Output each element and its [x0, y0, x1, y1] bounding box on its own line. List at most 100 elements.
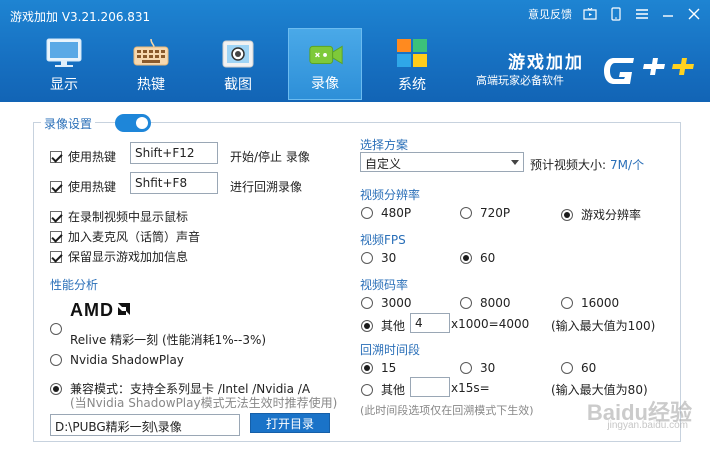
res-720p-option[interactable]: 720P [460, 206, 510, 220]
show-mouse-option[interactable]: 在录制视频中显示鼠标 [50, 208, 188, 225]
logo [600, 52, 700, 93]
close-icon[interactable] [686, 6, 702, 22]
scheme-select[interactable]: 自定义 [360, 152, 524, 172]
toggle-knob [136, 117, 148, 129]
checkbox[interactable] [50, 230, 62, 243]
radio[interactable] [361, 297, 373, 309]
option-label: 16000 [581, 296, 620, 310]
option-label: 其他 [381, 383, 406, 397]
rewind-title: 回溯时间段 [360, 343, 421, 357]
menu-icon[interactable] [634, 6, 650, 22]
hotkey2-input[interactable]: Shfit+F8 [130, 172, 218, 194]
radio[interactable] [460, 362, 472, 374]
radio[interactable] [50, 354, 62, 366]
open-directory-button[interactable]: 打开目录 [250, 413, 330, 433]
checkbox[interactable] [50, 150, 62, 163]
radio[interactable] [361, 362, 373, 374]
save-path-input[interactable]: D:\PUBG精彩一刻\录像 [50, 414, 240, 436]
radio[interactable] [361, 207, 373, 219]
mic-option[interactable]: 加入麦克风（话筒）声音 [50, 228, 200, 245]
radio[interactable] [361, 252, 373, 264]
chevron-down-icon [511, 160, 519, 165]
radio[interactable] [50, 323, 62, 335]
hotkey1-input[interactable]: Shift+F12 [130, 142, 218, 164]
scheme-title: 选择方案 [360, 138, 409, 152]
rewind-other-option[interactable]: 其他 [361, 381, 405, 398]
hotkey1-checkbox[interactable]: 使用热键 [50, 148, 116, 165]
monitor-icon [45, 36, 83, 70]
option-label: 8000 [480, 296, 511, 310]
minimize-icon[interactable] [660, 6, 676, 22]
fps-30-option[interactable]: 30 [361, 251, 396, 265]
scheme-value: 自定义 [365, 157, 402, 171]
record-toggle[interactable] [115, 114, 151, 132]
grid-icon [393, 36, 431, 70]
tab-display[interactable]: 显示 [27, 28, 101, 100]
option-label: 3000 [381, 296, 412, 310]
bitrate-formula: x1000=4000 [451, 317, 530, 331]
estimate: 预计视频大小: 7M/个 [530, 156, 644, 173]
mobile-icon[interactable] [608, 6, 624, 22]
bitrate-other-option[interactable]: 其他 [361, 317, 405, 334]
amd-logo: AMD [70, 300, 132, 321]
keyboard-icon [132, 36, 170, 70]
brand-title: 游戏加加 [508, 53, 584, 73]
compat-note: (当Nvidia ShadowPlay模式无法生效时推荐使用) [70, 396, 338, 410]
radio[interactable] [460, 252, 472, 264]
checkbox[interactable] [50, 180, 62, 193]
resolution-title: 视频分辨率 [360, 188, 421, 202]
estimate-label: 预计视频大小: [530, 158, 607, 172]
option-label: Nvidia ShadowPlay [70, 353, 184, 367]
option-label: 在录制视频中显示鼠标 [68, 210, 189, 224]
tab-hotkey[interactable]: 热键 [114, 28, 188, 100]
radio[interactable] [361, 383, 373, 396]
checkbox[interactable] [50, 250, 62, 263]
radio[interactable] [50, 382, 62, 395]
tab-screenshot[interactable]: 截图 [201, 28, 275, 100]
fps-60-option[interactable]: 60 [460, 251, 495, 265]
option-label: 加入麦克风（话筒）声音 [68, 230, 201, 244]
video-camera-icon [307, 37, 345, 71]
rewind-60-option[interactable]: 60 [561, 361, 596, 375]
rewind-15-option[interactable]: 15 [361, 361, 396, 375]
res-game-option[interactable]: 游戏分辨率 [561, 206, 641, 223]
rewind-other-input[interactable] [410, 377, 450, 397]
radio[interactable] [561, 362, 573, 374]
radio[interactable] [561, 297, 573, 309]
option-label: 720P [480, 206, 511, 220]
bitrate-8000-option[interactable]: 8000 [460, 296, 511, 310]
feedback-link[interactable]: 意见反馈 [528, 6, 572, 22]
tab-label: 系统 [398, 77, 426, 93]
brand-slogan: 高端玩家必备软件 [476, 74, 564, 87]
estimate-value: 7M/个 [610, 158, 645, 172]
hotkey2-checkbox[interactable]: 使用热键 [50, 178, 116, 195]
tab-label: 录像 [311, 76, 339, 92]
perf-title: 性能分析 [50, 278, 99, 292]
window-controls: 意见反馈 [528, 6, 702, 22]
tab-system[interactable]: 系统 [375, 28, 449, 100]
bitrate-3000-option[interactable]: 3000 [361, 296, 412, 310]
res-480p-option[interactable]: 480P [361, 206, 411, 220]
radio[interactable] [460, 207, 472, 219]
header: 游戏加加 V3.21.206.831 意见反馈 显示 热键 截图 录像 系统 游… [0, 0, 710, 102]
radio[interactable] [561, 208, 573, 221]
bitrate-16000-option[interactable]: 16000 [561, 296, 619, 310]
tv-icon[interactable] [582, 6, 598, 22]
rewind-30-option[interactable]: 30 [460, 361, 495, 375]
relive-option[interactable] [50, 323, 70, 335]
tab-record[interactable]: 录像 [288, 28, 362, 100]
radio[interactable] [361, 319, 373, 332]
tab-label: 截图 [224, 77, 252, 93]
option-label: 60 [581, 361, 597, 375]
bitrate-hint: (输入最大值为100) [551, 319, 656, 333]
option-label: 保留显示游戏加加信息 [68, 250, 189, 264]
keep-info-option[interactable]: 保留显示游戏加加信息 [50, 248, 188, 265]
watermark-url: jingyan.baidu.com [607, 420, 688, 431]
bitrate-other-input[interactable]: 4 [410, 313, 450, 333]
nvidia-option[interactable]: Nvidia ShadowPlay [50, 353, 184, 367]
option-label: 30 [381, 251, 397, 265]
radio[interactable] [460, 297, 472, 309]
hotkey1-desc: 开始/停止 录像 [230, 150, 310, 164]
checkbox[interactable] [50, 210, 62, 223]
hotkey1-label: 使用热键 [68, 150, 117, 164]
